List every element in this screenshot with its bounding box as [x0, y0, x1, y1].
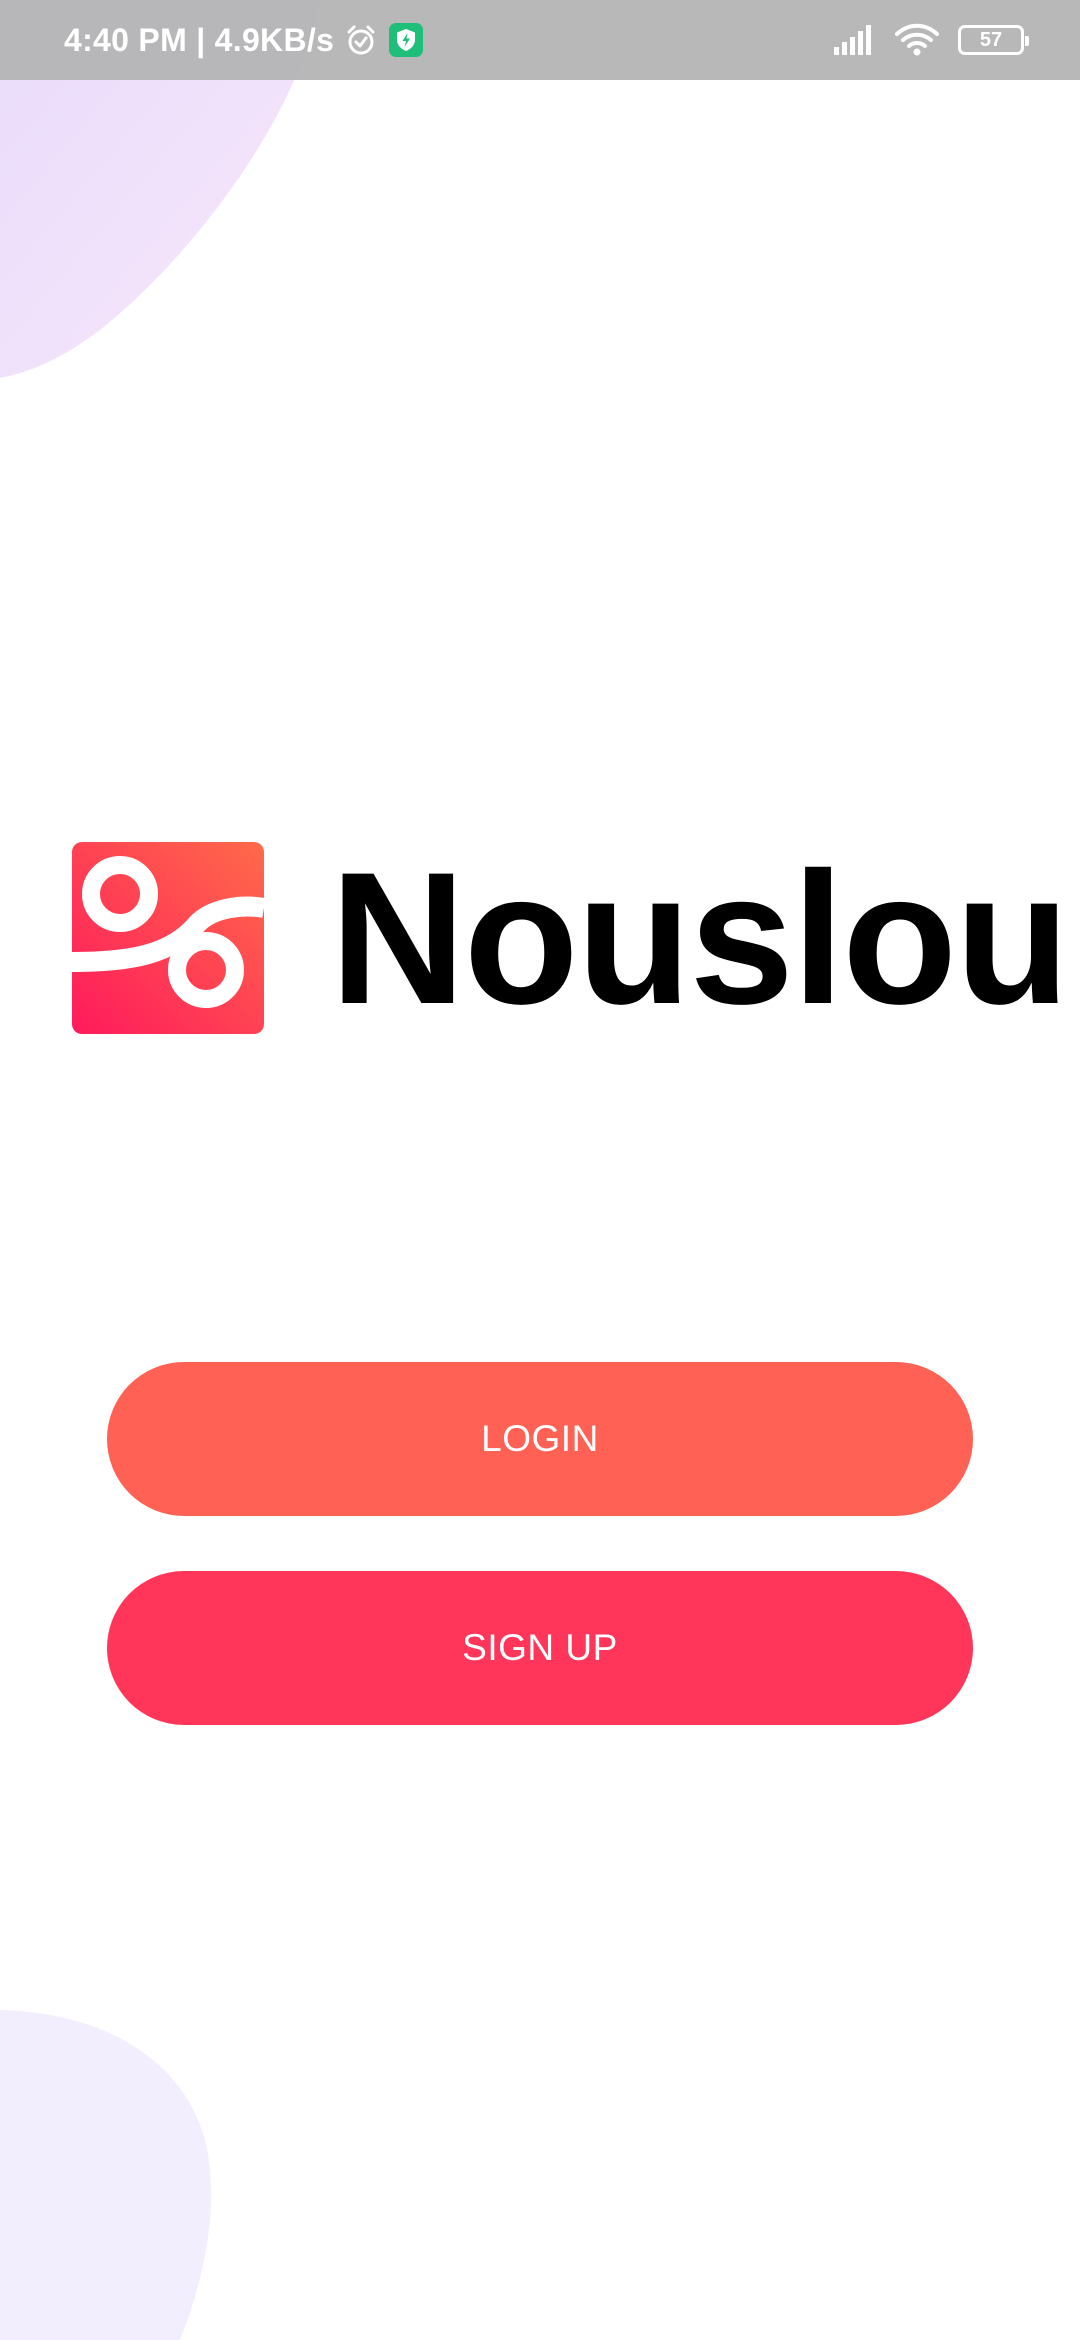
login-button[interactable]: LOGIN [107, 1362, 973, 1516]
status-bar-left: 4:40 PM | 4.9KB/s [64, 22, 424, 59]
app-logo: Nouslou [72, 833, 1070, 1043]
status-bar: 4:40 PM | 4.9KB/s 57 [0, 0, 1080, 80]
logo-mark-icon [72, 842, 264, 1034]
status-bar-right: 57 [834, 23, 1029, 57]
battery-level: 57 [979, 28, 1003, 51]
alarm-icon [344, 23, 378, 57]
wifi-icon [894, 23, 940, 57]
app-name-wordmark: Nouslou [330, 833, 1070, 1043]
sign-up-button[interactable]: SIGN UP [107, 1571, 973, 1725]
decorative-blob-bottom [0, 2010, 212, 2340]
battery-icon: 57 [958, 25, 1029, 55]
signal-icon [834, 25, 876, 55]
shield-icon [388, 22, 424, 58]
status-time-network-speed: 4:40 PM | 4.9KB/s [64, 21, 335, 58]
